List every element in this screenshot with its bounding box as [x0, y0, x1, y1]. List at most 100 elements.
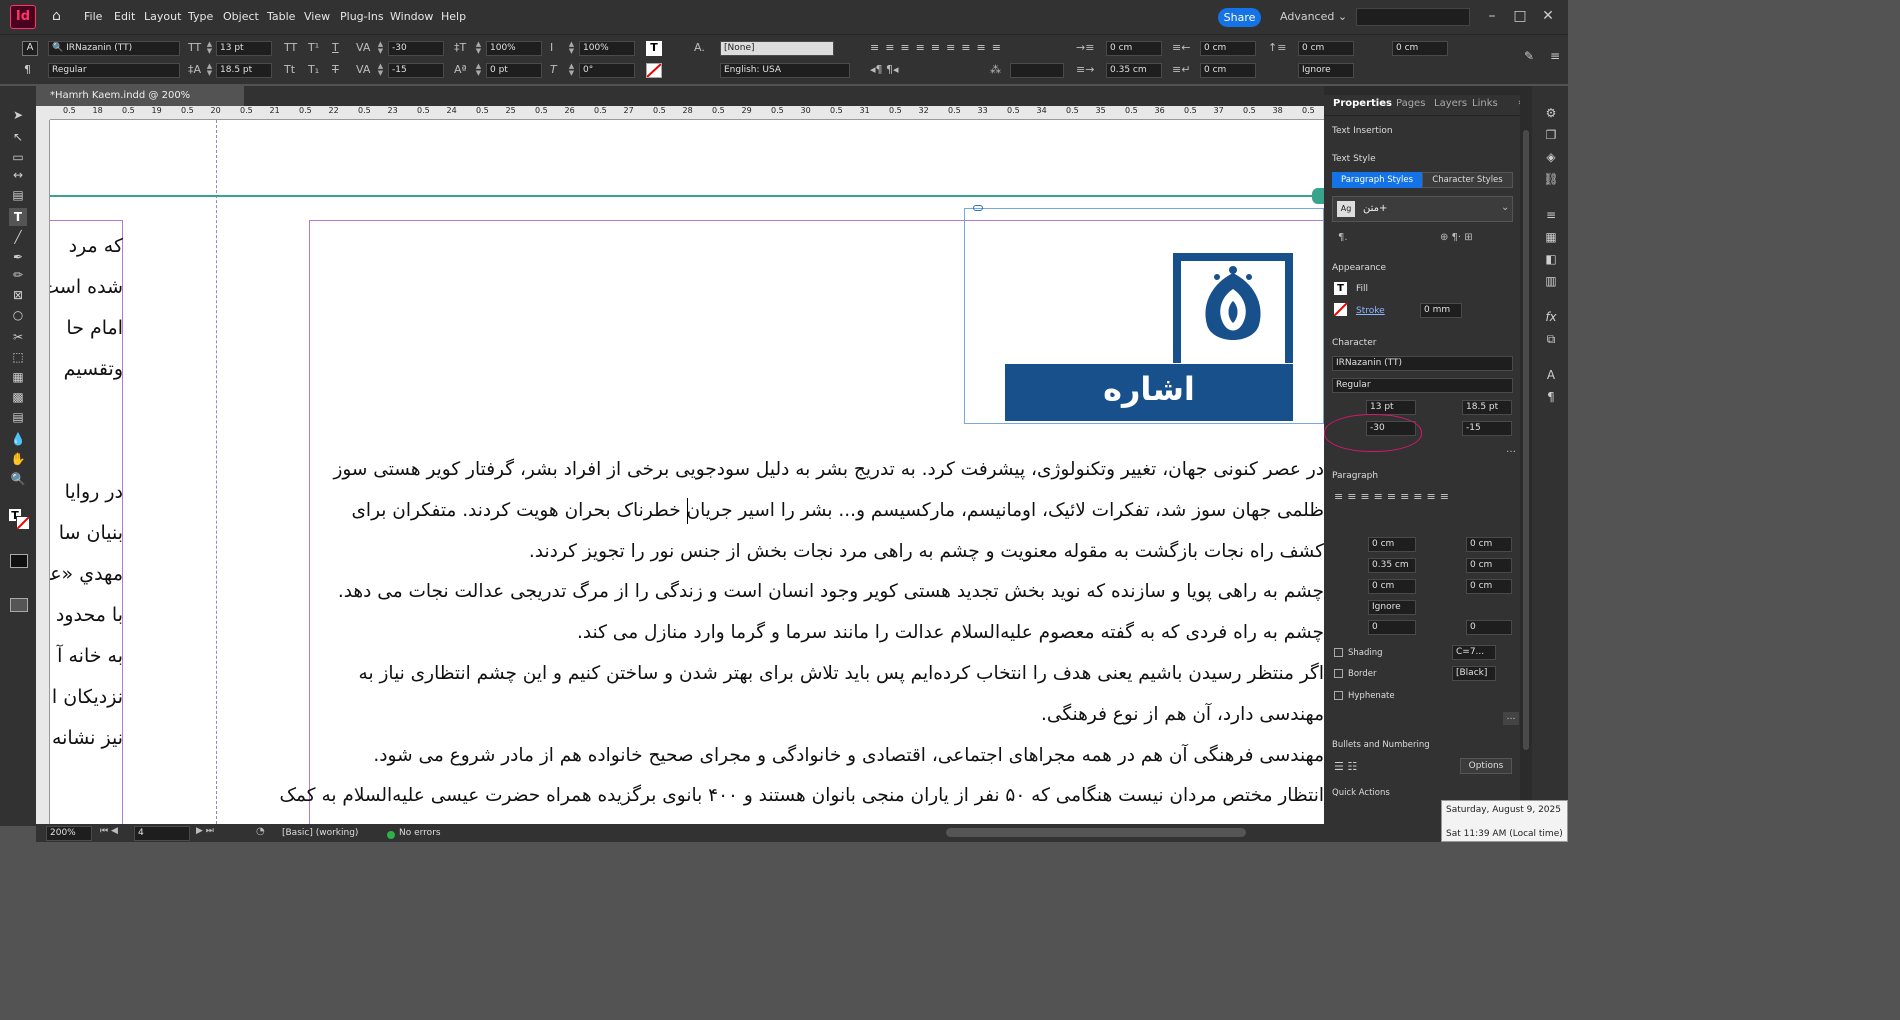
leading-field[interactable]: 18.5 pt: [216, 63, 272, 78]
direct-selection-tool-icon[interactable]: ↖: [9, 128, 27, 146]
character-style-field[interactable]: [None]: [720, 41, 834, 56]
maximize-icon[interactable]: □: [1510, 6, 1530, 26]
next-page-icon[interactable]: ▶ ⏭: [196, 826, 214, 836]
panel-leading[interactable]: 18.5 pt: [1462, 400, 1512, 415]
alignment-buttons-row1[interactable]: ≡≡≡≡≡≡≡≡≡: [870, 41, 1070, 55]
first-line-field[interactable]: 0.35 cm: [1106, 63, 1162, 78]
character-mode-icon[interactable]: A: [22, 41, 38, 56]
menu-type[interactable]: Type: [188, 10, 213, 23]
leading-stepper[interactable]: ▲ ▼: [205, 63, 214, 78]
body-text[interactable]: در عصر کنونی جهان، تغییر وتکنولوژی، پیشر…: [280, 450, 1325, 817]
panel-font-family[interactable]: IRNazanin (TT): [1332, 356, 1513, 371]
fill-label[interactable]: Fill: [1356, 284, 1368, 294]
small-caps-icon[interactable]: Tt: [284, 63, 295, 76]
menu-help[interactable]: Help: [441, 10, 466, 23]
ignore-field[interactable]: Ignore: [1298, 63, 1354, 78]
pencil-tool-icon[interactable]: ✏: [9, 266, 27, 284]
tracking-stepper[interactable]: ▲ ▼: [376, 63, 385, 78]
strikethrough-icon[interactable]: T: [332, 63, 339, 76]
left-indent-field[interactable]: 0 cm: [1106, 41, 1162, 56]
shading-checkbox[interactable]: [1334, 648, 1343, 657]
panel-first-line[interactable]: 0.35 cm: [1368, 558, 1416, 573]
menu-edit[interactable]: Edit: [114, 10, 135, 23]
preflight-profile[interactable]: [Basic] (working): [282, 828, 358, 838]
options-button[interactable]: Options: [1460, 758, 1512, 774]
tab-layers[interactable]: Layers: [1434, 98, 1467, 109]
horizontal-ruler[interactable]: 0.5 18 0.5 19 0.5 20 0.5 21 0.5 22 0.5 23 0.5 24 0.5 25…: [44, 106, 1342, 120]
horizontal-scale-stepper[interactable]: ▲ ▼: [567, 41, 576, 56]
document-tab[interactable]: *Hamrh Kaem.indd @ 200% [Converted] ✕: [44, 86, 244, 121]
layers-panel-icon[interactable]: ◈: [1542, 148, 1560, 166]
panel-last-line[interactable]: 0 cm: [1466, 558, 1512, 573]
rectangle-frame-tool-icon[interactable]: ⊠: [9, 286, 27, 304]
menu-plugins[interactable]: Plug-Ins: [340, 10, 384, 23]
bullet-list-icons[interactable]: ☰ ☷: [1334, 760, 1357, 773]
free-transform-tool-icon[interactable]: ⬚: [9, 348, 27, 366]
paragraph-styles-panel-icon[interactable]: ¶: [1542, 388, 1560, 406]
vertical-ruler[interactable]: [36, 120, 50, 824]
swatches-panel-icon[interactable]: ▦: [1542, 228, 1560, 246]
font-style-field[interactable]: Regular: [48, 63, 180, 78]
border-color[interactable]: [Black]: [1452, 666, 1496, 681]
skew-field[interactable]: 0°: [579, 63, 635, 78]
properties-panel-icon[interactable]: ⚙: [1542, 104, 1560, 122]
all-caps-icon[interactable]: TT: [284, 41, 297, 54]
selection-tool-icon[interactable]: ➤: [9, 106, 27, 124]
panel-menu-icon[interactable]: ≡: [1550, 49, 1560, 63]
panel-tracking[interactable]: -15: [1462, 421, 1512, 436]
normal-mode-icon[interactable]: [10, 554, 28, 568]
links-panel-icon[interactable]: ⛓: [1542, 170, 1560, 188]
panel-font-style[interactable]: Regular: [1332, 378, 1513, 393]
last-line-field[interactable]: 0 cm: [1200, 63, 1256, 78]
menu-table[interactable]: Table: [267, 10, 295, 23]
span-field[interactable]: [1010, 63, 1064, 78]
stroke-swatch-icon[interactable]: [16, 516, 30, 530]
vertical-scale-stepper[interactable]: ▲ ▼: [474, 41, 483, 56]
menu-layout[interactable]: Layout: [144, 10, 181, 23]
horizontal-scale-field[interactable]: 100%: [579, 41, 635, 56]
panel-drop-cap-lines[interactable]: 0: [1368, 620, 1416, 635]
frame-link-icon[interactable]: [973, 205, 983, 211]
search-input[interactable]: [1356, 8, 1470, 26]
underline-icon[interactable]: T: [332, 41, 339, 54]
stroke-panel-icon[interactable]: ≡: [1542, 206, 1560, 224]
content-collector-icon[interactable]: ▤: [9, 186, 27, 204]
horizontal-scrollbar[interactable]: [946, 828, 1246, 837]
effects-panel-icon[interactable]: fx: [1542, 308, 1560, 326]
paragraph-styles-button[interactable]: Paragraph Styles: [1332, 172, 1422, 188]
font-family-field[interactable]: 🔍 IRNazanin (TT): [48, 41, 180, 56]
baseline-shift-field[interactable]: 0 pt: [486, 63, 542, 78]
pages-panel-icon[interactable]: ❐: [1542, 126, 1560, 144]
panel-right-indent[interactable]: 0 cm: [1466, 537, 1512, 552]
menu-object[interactable]: Object: [223, 10, 259, 23]
panel-space-before[interactable]: 0 cm: [1368, 579, 1416, 594]
zoom-field[interactable]: 200%: [46, 826, 92, 841]
paragraph-mode-icon[interactable]: ¶: [24, 63, 31, 76]
gradient-tool-icon[interactable]: ▦: [9, 368, 27, 386]
menu-view[interactable]: View: [304, 10, 330, 23]
zoom-tool-icon[interactable]: 🔍: [9, 470, 27, 488]
menu-file[interactable]: File: [84, 10, 102, 23]
close-icon[interactable]: ✕: [1538, 6, 1558, 26]
space-before-field[interactable]: 0 cm: [1298, 41, 1354, 56]
font-size-field[interactable]: 13 pt: [216, 41, 272, 56]
right-indent-field[interactable]: 0 cm: [1200, 41, 1256, 56]
screen-mode-icon[interactable]: [10, 598, 28, 612]
minimize-icon[interactable]: –: [1482, 6, 1502, 26]
character-styles-panel-icon[interactable]: A: [1542, 366, 1560, 384]
clear-overrides-icon[interactable]: ¶.: [1338, 232, 1348, 243]
stroke-label[interactable]: Stroke: [1356, 306, 1385, 316]
page-tool-icon[interactable]: ▭: [9, 148, 27, 166]
pen-tool-icon[interactable]: ✒: [9, 248, 27, 266]
vertical-scale-field[interactable]: 100%: [486, 41, 542, 56]
skew-stepper[interactable]: ▲ ▼: [567, 63, 576, 78]
cc-libraries-icon[interactable]: ⧉: [1542, 330, 1560, 348]
subscript-icon[interactable]: T₁: [308, 63, 319, 76]
new-style-icon[interactable]: ⊕ ¶· ⊞: [1440, 232, 1473, 243]
kerning-stepper[interactable]: ▲ ▼: [376, 41, 385, 56]
panel-ignore[interactable]: Ignore: [1368, 600, 1416, 615]
pen-icon[interactable]: ✎: [1524, 49, 1534, 63]
first-page-icon[interactable]: ⏮ ◀: [100, 826, 118, 836]
superscript-icon[interactable]: T¹: [308, 41, 319, 54]
ruler-origin[interactable]: [36, 106, 50, 120]
